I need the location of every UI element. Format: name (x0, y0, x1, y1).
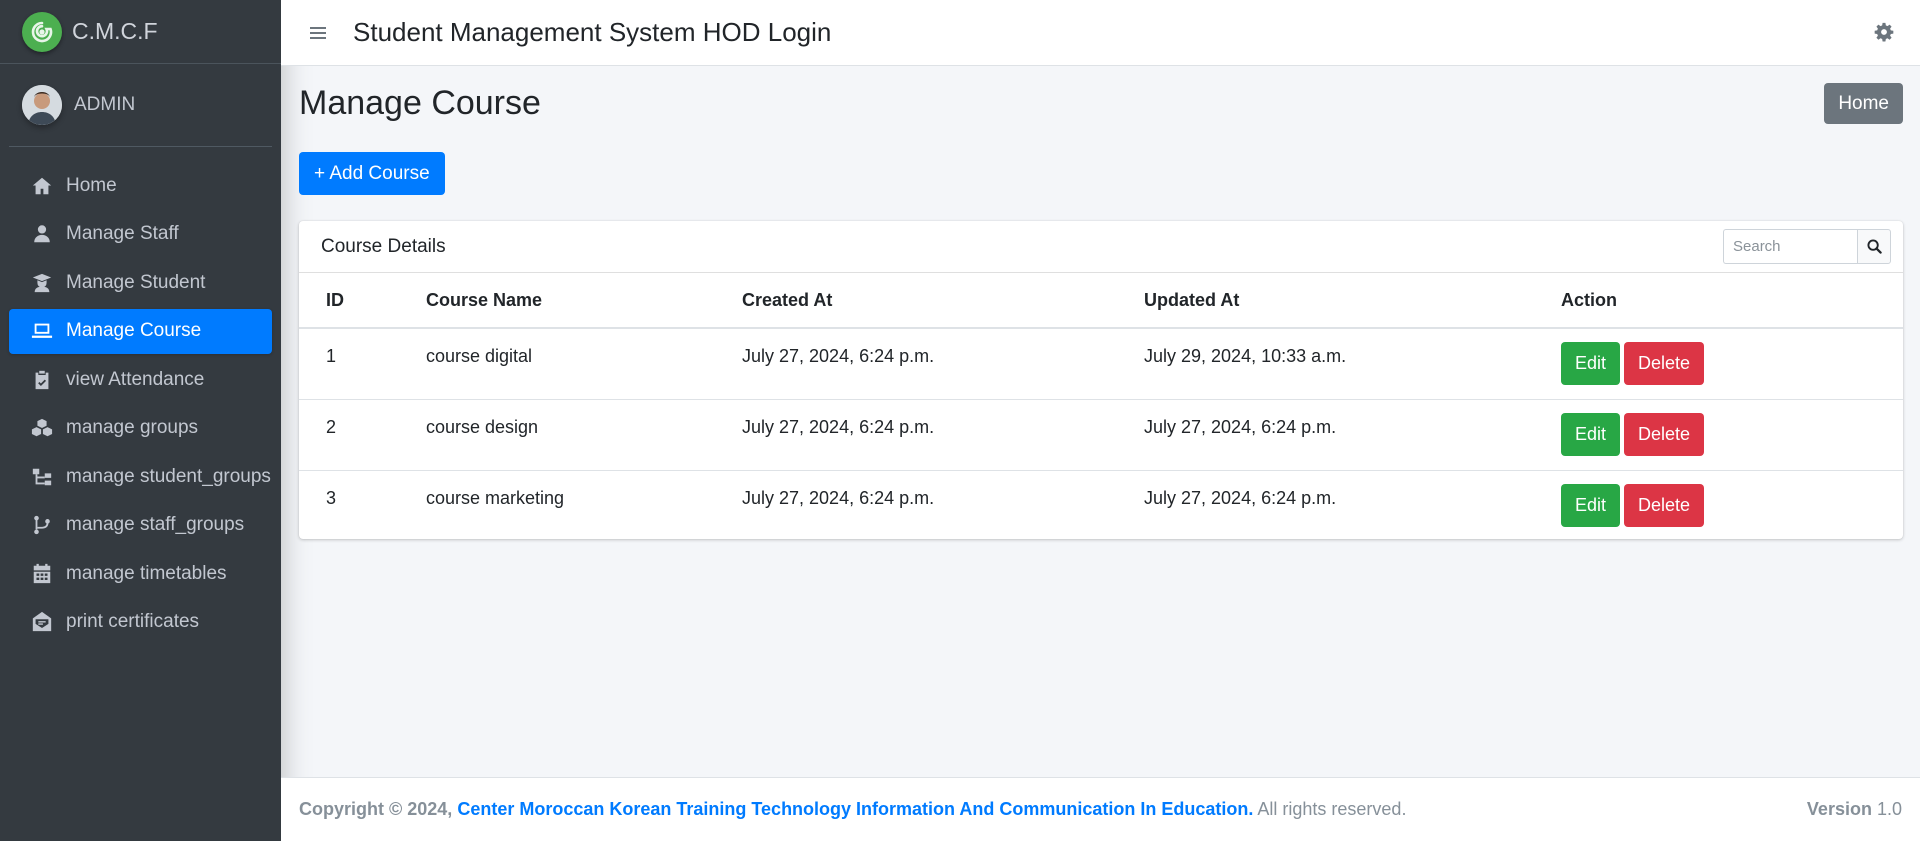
brand-link[interactable]: C.M.C.F (0, 0, 281, 64)
table-header-row: ID Course Name Created At Updated At Act… (299, 273, 1903, 329)
search-icon (1866, 239, 1882, 254)
cell-created-at: July 27, 2024, 6:24 p.m. (715, 328, 1117, 400)
home-button[interactable]: Home (1824, 83, 1903, 124)
avatar (22, 85, 62, 125)
table-row: 1 course digital July 27, 2024, 6:24 p.m… (299, 328, 1903, 400)
sidebar-item-label: Manage Course (66, 320, 202, 341)
cell-created-at: July 27, 2024, 6:24 p.m. (715, 399, 1117, 471)
column-header-updated-at: Updated At (1117, 273, 1534, 329)
sidebar-item-label: manage student_groups (66, 465, 271, 487)
cell-updated-at: July 27, 2024, 6:24 p.m. (1117, 399, 1534, 471)
card-title: Course Details (321, 235, 446, 257)
delete-button[interactable]: Delete (1624, 483, 1705, 527)
envelope-open-icon (30, 611, 54, 633)
sidebar-item-label: manage timetables (66, 562, 227, 584)
user-panel[interactable]: ADMIN (9, 64, 272, 147)
column-header-created-at: Created At (715, 273, 1117, 329)
cell-updated-at: July 29, 2024, 10:33 a.m. (1117, 328, 1534, 400)
delete-button[interactable]: Delete (1624, 342, 1705, 385)
table-row: 2 course design July 27, 2024, 6:24 p.m.… (299, 399, 1903, 471)
cell-course-name: course design (399, 399, 715, 471)
cell-course-name: course marketing (426, 487, 565, 508)
sidebar-item-label: view Attendance (66, 368, 205, 390)
sidebar-item-print-certificates[interactable]: print certificates (9, 600, 272, 645)
edit-button[interactable]: Edit (1561, 342, 1621, 385)
cubes-icon (30, 417, 54, 439)
header-title: Student Management System HOD Login (353, 17, 832, 47)
cell-created-at: July 27, 2024, 6:24 p.m. (742, 487, 935, 508)
sidebar-item-manage-staff-groups[interactable]: manage staff_groups (9, 503, 272, 548)
column-header-id: ID (299, 273, 399, 329)
sidebar-item-label: Manage Staff (66, 223, 179, 244)
cell-actions: Edit Delete (1534, 399, 1903, 471)
sidebar-item-label: manage staff_groups (66, 514, 245, 535)
cell-actions: Edit Delete (1534, 470, 1903, 541)
clipboard-check-icon (30, 369, 54, 391)
menu-toggle-icon[interactable] (307, 22, 329, 44)
column-header-action: Action (1534, 273, 1903, 329)
sidebar-item-manage-student[interactable]: Manage Student (9, 260, 272, 305)
sidebar-item-view-attendance[interactable]: view Attendance (9, 357, 272, 402)
sidebar-item-manage-student-groups[interactable]: manage student_groups (9, 454, 272, 499)
home-icon (30, 175, 54, 197)
edit-button[interactable]: Edit (1561, 483, 1621, 527)
page-title: Manage Course (299, 84, 541, 122)
course-table: ID Course Name Created At Updated At Act… (299, 273, 1903, 541)
brand-text: C.M.C.F (72, 18, 158, 44)
sidebar-item-manage-staff[interactable]: Manage Staff (9, 212, 272, 257)
rights-text: All rights reserved. (1257, 799, 1407, 819)
user-icon (30, 223, 54, 245)
footer: Copyright © 2024, Center Moroccan Korean… (281, 777, 1920, 841)
column-header-course-name: Course Name (399, 273, 715, 329)
gear-icon[interactable] (1874, 22, 1896, 44)
delete-button[interactable]: Delete (1624, 412, 1705, 456)
cell-id: 2 (299, 399, 399, 471)
user-graduate-icon (30, 272, 54, 294)
sidebar-item-manage-groups[interactable]: manage groups (9, 406, 272, 451)
search-input[interactable] (1723, 229, 1857, 264)
card-header: Course Details (299, 221, 1903, 273)
sidebar-nav: Home Manage Staff Manage Student Manage … (0, 163, 281, 645)
sidebar-item-manage-course[interactable]: Manage Course (9, 308, 272, 354)
footer-version: Version 1.0 (1807, 799, 1902, 820)
sidebar-item-label: manage groups (66, 417, 199, 438)
sitemap-icon (30, 466, 54, 488)
laptop-icon (30, 320, 54, 342)
version-label: Version (1806, 799, 1872, 819)
top-navbar: Student Management System HOD Login (281, 0, 1920, 66)
user-name[interactable]: ADMIN (74, 94, 135, 116)
add-course-button[interactable]: + Add Course (299, 152, 445, 195)
sidebar-item-label: Home (66, 174, 117, 196)
course-details-card: Course Details ID Course Name Created At… (299, 221, 1903, 539)
version-number: 1.0 (1876, 799, 1902, 819)
sidebar: C.M.C.F ADMIN Home Manage Staff Manage S… (0, 0, 281, 841)
org-link[interactable]: Center Moroccan Korean Training Technolo… (457, 799, 1253, 819)
cell-updated-at: July 27, 2024, 6:24 p.m. (1144, 487, 1337, 508)
cell-actions: Edit Delete (1534, 328, 1903, 400)
table-row: 3 course marketing July 27, 2024, 6:24 p… (299, 470, 1903, 541)
cell-course-name: course digital (399, 328, 715, 400)
calendar-icon (30, 563, 54, 585)
footer-copyright: Copyright © 2024, Center Moroccan Korean… (299, 799, 1406, 820)
sidebar-item-manage-timetables[interactable]: manage timetables (9, 551, 272, 596)
edit-button[interactable]: Edit (1561, 412, 1621, 456)
sidebar-item-label: print certificates (66, 611, 200, 632)
sidebar-item-home[interactable]: Home (9, 163, 272, 208)
cell-id: 3 (326, 487, 337, 508)
sidebar-item-label: Manage Student (66, 271, 206, 293)
code-branch-icon (30, 514, 54, 536)
copyright-text: Copyright © 2024, (299, 799, 453, 819)
brand-logo (22, 11, 62, 52)
cell-id: 1 (299, 328, 399, 400)
search-button[interactable] (1857, 229, 1891, 264)
search-group (1723, 229, 1891, 264)
